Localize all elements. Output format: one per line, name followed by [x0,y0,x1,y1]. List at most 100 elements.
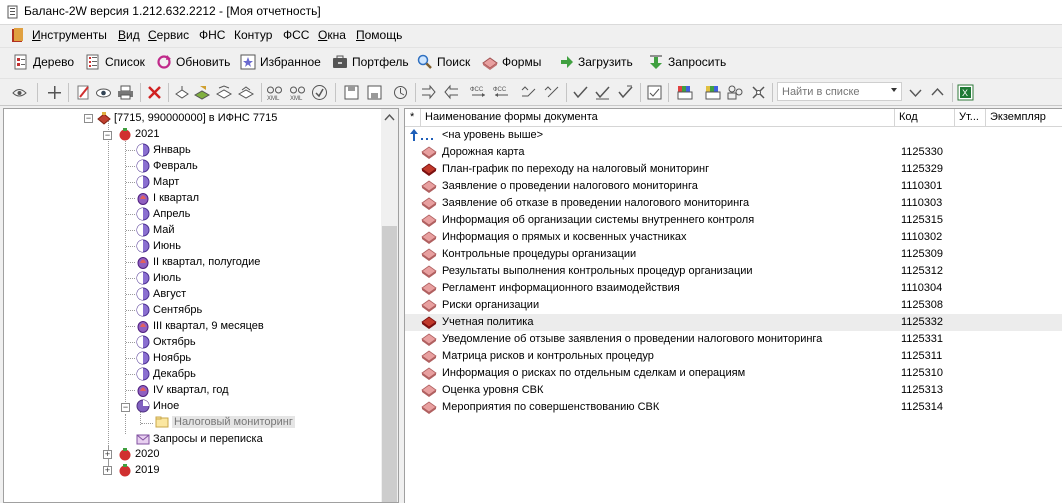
sign-icon[interactable] [520,84,537,101]
forms-list-panel[interactable]: * Наименование формы документа Код Ут...… [404,108,1062,503]
edit-icon[interactable] [75,84,92,101]
menu-view[interactable]: Вид [118,28,140,42]
search-field[interactable] [777,82,902,101]
form-row[interactable]: Риски организации 1125308 [405,297,1062,314]
menu-service[interactable]: Сервис [148,28,189,42]
delete-icon[interactable] [146,84,163,101]
form-row[interactable]: Уведомление об отзыве заявления о провед… [405,331,1062,348]
fss-send-icon[interactable]: ФСС [470,84,487,101]
search-button[interactable]: Поиск [417,51,470,72]
tree-period-item[interactable]: Январь [136,142,191,158]
tree-year-2020[interactable]: 2020 [118,446,159,462]
tree-period-item[interactable]: Март [136,174,179,190]
favorites-button[interactable]: Избранное [240,51,321,72]
tree-year-2019[interactable]: 2019 [118,462,159,478]
approve-all-icon[interactable] [617,84,634,101]
form-row[interactable]: Информация об организации системы внутре… [405,212,1062,229]
menu-tools[interactable]: Инструменты [32,28,107,42]
form-row[interactable]: Учетная политика 1125332 [405,314,1062,331]
tree-period-item[interactable]: Декабрь [136,366,196,382]
search-input[interactable] [778,83,894,101]
tree-period-item[interactable]: II квартал, полугодие [136,254,260,270]
save-all-icon[interactable] [366,84,383,101]
form-row[interactable]: Контрольные процедуры организации 1125309 [405,246,1062,263]
form-row[interactable]: Матрица рисков и контрольных процедур 112… [405,348,1062,365]
print-icon[interactable] [117,84,134,101]
tree-period-item[interactable]: Июнь [136,238,181,254]
color-doc-2-icon[interactable] [705,84,722,101]
tree-period-item[interactable]: III квартал, 9 месяцев [136,318,264,334]
tree-period-item[interactable]: I квартал [136,190,199,206]
tree-scrollbar[interactable] [381,109,398,502]
toggle-view-icon[interactable] [11,84,28,101]
col-star[interactable]: * [405,109,421,126]
tree-period-item[interactable]: IV квартал, год [136,382,229,398]
col-ut[interactable]: Ут... [955,109,986,126]
tree-period-item[interactable]: Август [136,286,186,302]
fss-receive-icon[interactable]: ФСС [493,84,510,101]
form-row[interactable]: Результаты выполнения контрольных процед… [405,263,1062,280]
send-icon[interactable] [420,84,437,101]
col-name[interactable]: Наименование формы документа [421,109,895,126]
tree-period-item[interactable]: Февраль [136,158,198,174]
chevron-up-icon[interactable] [929,84,946,101]
tree-period-item[interactable]: Октябрь [136,334,196,350]
tree-root[interactable]: [7715, 990000000] в ИФНС 7715 [97,110,277,126]
tree-year-2021[interactable]: 2021 [118,126,159,142]
tree-period-item[interactable]: Апрель [136,206,190,222]
dropdown-icon[interactable] [891,88,897,92]
root-expander[interactable]: − [84,114,93,123]
form-row[interactable]: Информация о рисках по отдельным сделкам… [405,365,1062,382]
archive-icon[interactable] [238,84,255,101]
menu-help[interactable]: Помощь [356,28,402,42]
import-icon[interactable] [216,84,233,101]
portfolio-button[interactable]: Портфель [332,51,409,72]
users-icon[interactable] [727,84,744,101]
refresh-button[interactable]: Обновить [156,51,230,72]
copy-up-icon[interactable] [174,84,191,101]
excel-icon[interactable]: X [957,84,974,101]
form-row[interactable]: Информация о прямых и косвенных участник… [405,229,1062,246]
save-icon[interactable] [343,84,360,101]
col-code[interactable]: Код [895,109,955,126]
tree-period-item[interactable]: Июль [136,270,181,286]
panel-splitter[interactable] [399,108,403,503]
preview-icon[interactable] [95,84,112,101]
list-button[interactable]: Список [85,51,145,72]
tree-other[interactable]: Иное [136,398,179,414]
approve-down-icon[interactable] [594,84,611,101]
chevron-down-icon[interactable] [907,84,924,101]
tree-period-item[interactable]: Май [136,222,175,238]
color-doc-icon[interactable] [677,84,694,101]
form-row[interactable]: Мероприятия по совершенствованию СВК 1125… [405,399,1062,416]
add-icon[interactable] [46,84,63,101]
tree-period-item[interactable]: Ноябрь [136,350,191,366]
other-expander[interactable]: − [121,403,130,412]
sign-check-icon[interactable] [543,84,560,101]
check-icon[interactable] [311,84,328,101]
form-row[interactable]: Заявление о проведении налогового монито… [405,178,1062,195]
tools-icon[interactable] [750,84,767,101]
tree-panel[interactable]: − [7715, 990000000] в ИФНС 7715 − 2021 Я… [3,108,399,503]
approve-icon[interactable] [572,84,589,101]
col-instance[interactable]: Экземпляр [986,109,1062,126]
menu-fns[interactable]: ФНС [199,28,225,42]
xml-icon[interactable]: XML [289,84,306,101]
menu-kontur[interactable]: Контур [234,28,272,42]
tree-period-item[interactable]: Сентябрь [136,302,202,318]
up-level-row[interactable]: <на уровень выше> [405,127,1062,144]
history-icon[interactable] [392,84,409,101]
menu-fss[interactable]: ФСС [283,28,309,42]
tree-button[interactable]: Дерево [13,51,74,72]
forms-button[interactable]: Формы [482,51,541,72]
form-row[interactable]: Регламент информационного взаимодействия… [405,280,1062,297]
scroll-up-icon[interactable] [381,109,398,126]
year-2020-expander[interactable]: + [103,450,112,459]
form-row[interactable]: Оценка уровня СВК 1125313 [405,382,1062,399]
export-icon[interactable] [194,84,211,101]
scroll-thumb[interactable] [382,226,397,502]
form-row[interactable]: Дорожная карта 1125330 [405,144,1062,161]
request-button[interactable]: Запросить [648,51,726,72]
menu-windows[interactable]: Окна [318,28,346,42]
document-check-icon[interactable] [646,84,663,101]
